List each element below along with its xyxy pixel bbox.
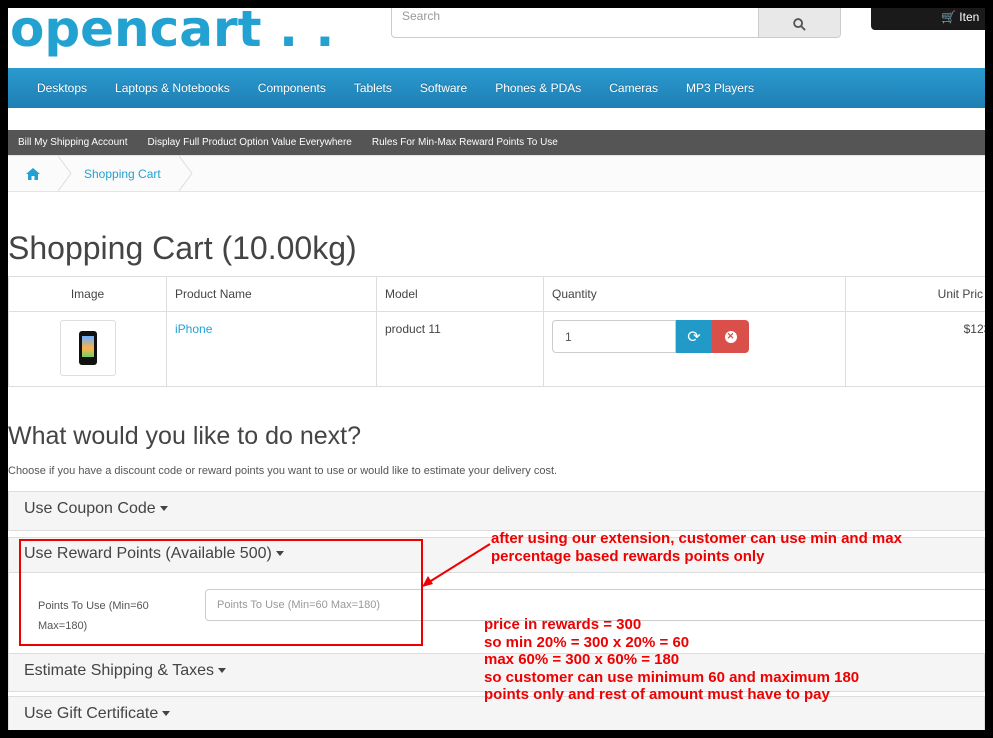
menu-item-components[interactable]: Components: [244, 81, 340, 95]
annotation-line: so min 20% = 300 x 20% = 60: [484, 633, 690, 651]
breadcrumb-separator: [58, 156, 72, 191]
breadcrumb-home[interactable]: [8, 156, 58, 191]
next-section-title: What would you like to do next?: [8, 422, 361, 450]
home-icon: [26, 167, 40, 180]
subbar-link-bill-shipping[interactable]: Bill My Shipping Account: [18, 137, 148, 148]
cart-button-label: Iten: [959, 10, 980, 24]
table-row: iPhone product 11 1 ⟳ ✕ $123.20: [8, 311, 985, 387]
menu-item-desktops[interactable]: Desktops: [23, 81, 101, 95]
annotation-line: after using our extension, customer can …: [491, 530, 902, 547]
breadcrumb-shopping-cart[interactable]: Shopping Cart: [72, 167, 179, 181]
caret-down-icon: [218, 668, 227, 674]
search-icon: [793, 17, 806, 31]
breadcrumb-separator: [178, 156, 193, 191]
extension-links-bar: Bill My Shipping Account Display Full Pr…: [8, 130, 985, 155]
col-header-product-name: Product Name: [166, 276, 377, 312]
page-title: Shopping Cart (10.00kg): [8, 230, 357, 266]
cell-image: [8, 311, 167, 387]
cell-model: product 11: [376, 311, 544, 387]
subbar-link-reward-rules[interactable]: Rules For Min-Max Reward Points To Use: [372, 137, 578, 148]
annotation-highlight-box: [19, 539, 423, 646]
menu-item-cameras[interactable]: Cameras: [595, 81, 672, 95]
caret-down-icon: [159, 506, 168, 512]
search-button[interactable]: [758, 8, 840, 37]
menu-item-phones[interactable]: Phones & PDAs: [481, 81, 595, 95]
panel-gift-title: Use Gift Certificate: [24, 705, 159, 722]
menu-item-mp3[interactable]: MP3 Players: [672, 81, 768, 95]
page-frame: opencart . . Search 🛒 Iten Desktops Lapt…: [8, 8, 985, 730]
col-header-quantity: Quantity: [543, 276, 846, 312]
caret-down-icon: [162, 711, 171, 717]
col-header-image: Image: [8, 276, 167, 312]
menu-item-laptops[interactable]: Laptops & Notebooks: [101, 81, 244, 95]
refresh-icon: ⟳: [687, 328, 701, 346]
table-header-row: Image Product Name Model Quantity Unit P…: [8, 276, 985, 312]
next-section-description: Choose if you have a discount code or re…: [8, 465, 558, 477]
opencart-logo[interactable]: opencart . .: [10, 8, 334, 58]
annotation-note-bottom: price in rewards = 300 so min 20% = 300 …: [484, 616, 859, 704]
subbar-link-display-option[interactable]: Display Full Product Option Value Everyw…: [148, 137, 372, 148]
annotation-line: percentage based rewards points only: [491, 548, 765, 565]
menu-item-software[interactable]: Software: [406, 81, 481, 95]
cell-unit-price: $123.20: [845, 311, 985, 387]
cell-product-name: iPhone: [166, 311, 377, 387]
annotation-note-top: after using our extension, customer can …: [491, 530, 902, 566]
breadcrumb: Shopping Cart: [8, 155, 985, 192]
col-header-model: Model: [376, 276, 544, 312]
product-link[interactable]: iPhone: [175, 322, 212, 336]
quantity-group: 1 ⟳ ✕: [552, 320, 837, 353]
remove-button[interactable]: ✕: [712, 320, 749, 353]
quantity-input[interactable]: 1: [552, 320, 676, 353]
remove-icon: ✕: [724, 330, 737, 343]
product-thumbnail[interactable]: [59, 320, 116, 376]
col-header-unit-price: Unit Pric: [845, 276, 985, 312]
annotation-line: points only and rest of amount must have…: [484, 686, 830, 703]
menu-item-tablets[interactable]: Tablets: [340, 81, 406, 95]
cart-button[interactable]: 🛒 Iten: [871, 8, 985, 30]
main-menu: Desktops Laptops & Notebooks Components …: [8, 68, 985, 108]
panel-shipping-title: Estimate Shipping & Taxes: [24, 662, 215, 679]
iphone-image: [78, 331, 97, 365]
annotation-line: max 60% = 300 x 60% = 180: [484, 651, 680, 668]
cart-table: Image Product Name Model Quantity Unit P…: [8, 276, 985, 387]
search-bar: Search: [391, 8, 841, 38]
cell-quantity: 1 ⟳ ✕: [543, 311, 846, 387]
annotation-line: so customer can use minimum 60 and maxim…: [484, 668, 860, 686]
cart-icon: 🛒: [941, 10, 956, 24]
annotation-line: price in rewards = 300: [484, 616, 642, 633]
update-button[interactable]: ⟳: [676, 320, 712, 353]
annotation-arrow: [422, 543, 491, 587]
panel-coupon[interactable]: Use Coupon Code: [8, 491, 985, 531]
search-input[interactable]: Search: [392, 8, 758, 37]
panel-coupon-title: Use Coupon Code: [24, 500, 156, 517]
